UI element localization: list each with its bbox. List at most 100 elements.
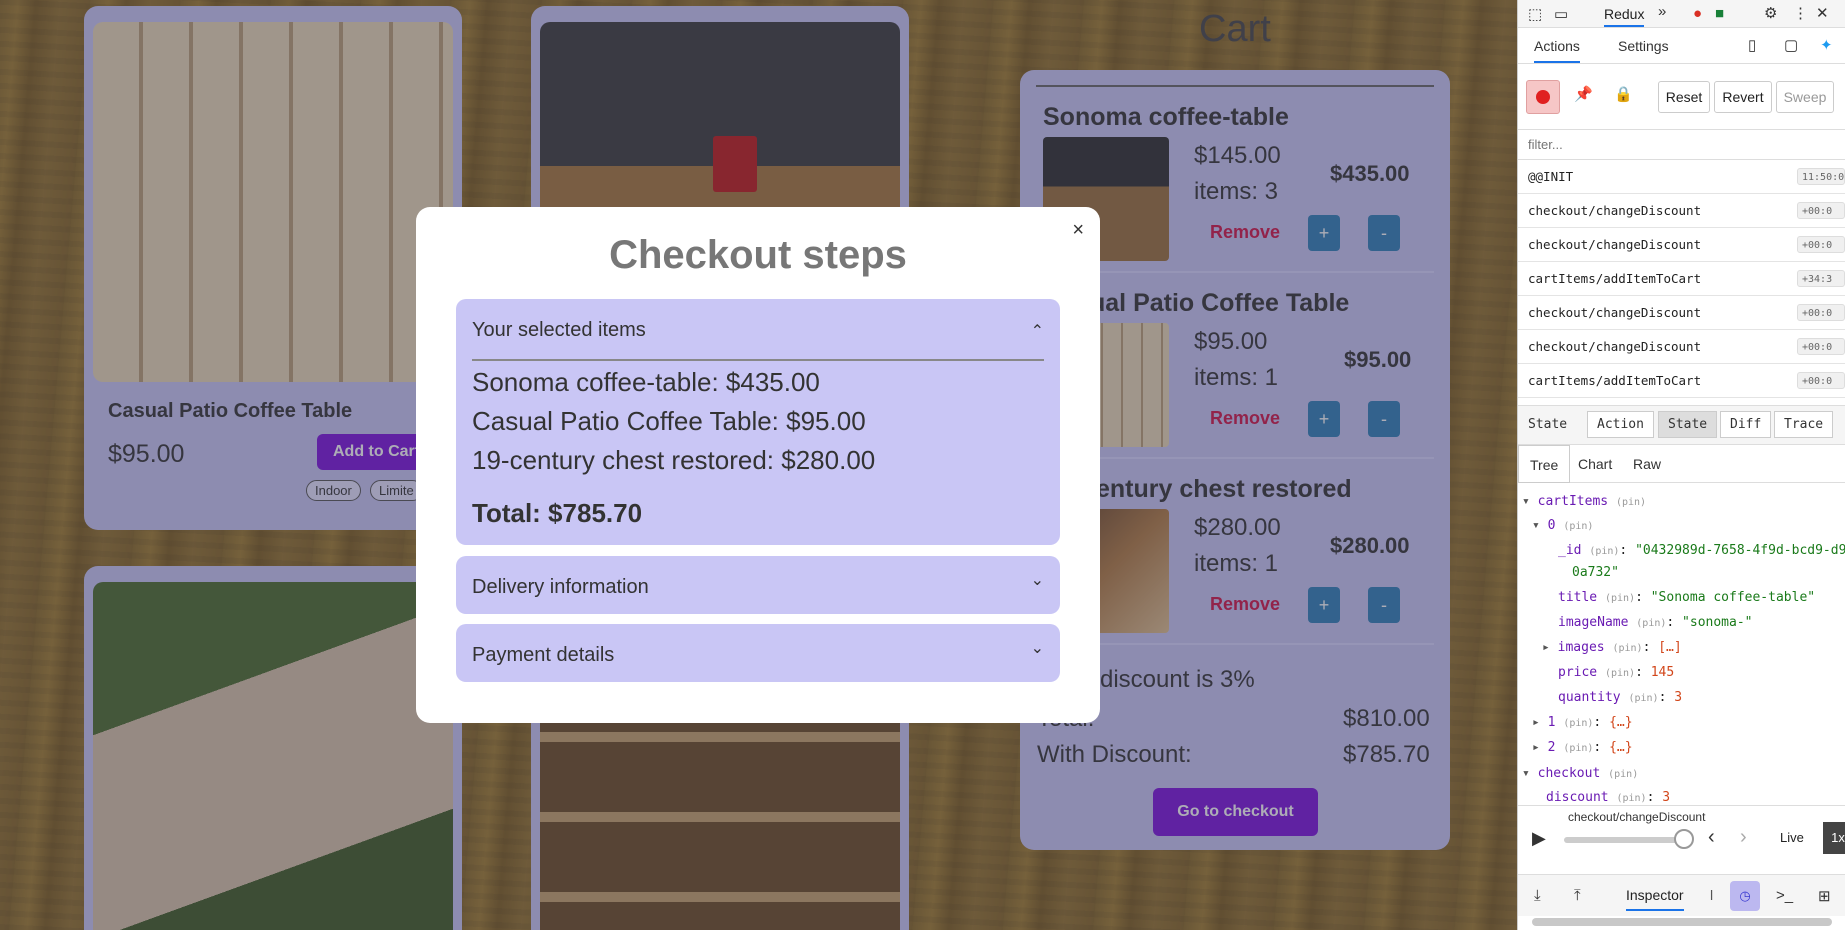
twitter-icon[interactable]: ✦: [1820, 36, 1833, 54]
horizontal-scrollbar[interactable]: [1532, 918, 1832, 926]
message-icon[interactable]: ■: [1715, 5, 1724, 22]
pin-label: (pin): [1604, 593, 1636, 604]
tree-node[interactable]: title (pin): "Sonoma coffee-table": [1558, 590, 1815, 605]
caret-down-icon: ▾: [1522, 494, 1538, 509]
terminal-icon[interactable]: >_: [1776, 887, 1793, 904]
reset-button[interactable]: Reset: [1658, 81, 1710, 113]
chevron-right-icon[interactable]: ›: [1740, 826, 1747, 849]
pin-label: (pin): [1563, 521, 1594, 532]
slider-handle[interactable]: [1674, 829, 1694, 849]
accordion-header-label[interactable]: Your selected items: [472, 319, 646, 342]
timer-icon[interactable]: ◷: [1730, 881, 1760, 911]
caret-down-icon: ▾: [1522, 766, 1538, 781]
tree-node[interactable]: price (pin): 145: [1558, 665, 1674, 680]
chevron-left-icon[interactable]: ‹: [1708, 826, 1715, 849]
action-row[interactable]: checkout/changeDiscount +00:0: [1518, 228, 1845, 262]
selected-item-line: 19-century chest restored: $280.00: [472, 445, 876, 475]
action-row[interactable]: checkout/changeDiscount +00:0: [1518, 194, 1845, 228]
tree-node[interactable]: ▸ images (pin): […]: [1542, 640, 1682, 655]
tree-node[interactable]: _id (pin): "0432989d-7658-4f9d-bcd9-d9: [1558, 543, 1845, 558]
play-icon[interactable]: ▶: [1532, 828, 1546, 849]
action-row[interactable]: checkout/changeDiscount +00:0: [1518, 296, 1845, 330]
tab-tree[interactable]: Tree: [1518, 445, 1571, 483]
action-name: checkout/changeDiscount: [1528, 305, 1702, 320]
tab-chart[interactable]: Chart: [1578, 456, 1612, 472]
sweep-button[interactable]: Sweep: [1776, 81, 1834, 113]
chat-icon[interactable]: ▢: [1784, 36, 1798, 54]
action-row[interactable]: checkout/changeDiscount +00:0: [1518, 330, 1845, 364]
tree-node[interactable]: ▾ checkout (pin): [1522, 766, 1638, 781]
tree-node[interactable]: ▾ 0 (pin): [1532, 518, 1593, 533]
tree-node[interactable]: discount (pin): 3: [1546, 790, 1670, 805]
filter-input[interactable]: [1518, 130, 1845, 160]
tree-key: title: [1558, 590, 1598, 605]
tree-key: 1: [1547, 715, 1556, 730]
state-tree: ▾ cartItems (pin) ▾ 0 (pin) _id (pin): "…: [1518, 490, 1845, 805]
speed-button[interactable]: 1x: [1823, 822, 1845, 854]
gear-icon[interactable]: ⚙: [1764, 4, 1777, 22]
tree-key: 2: [1547, 740, 1556, 755]
tab-state[interactable]: State: [1658, 411, 1718, 438]
more-options-icon[interactable]: ⋮: [1793, 4, 1808, 22]
accordion-header-label[interactable]: Delivery information: [472, 576, 649, 599]
chevron-down-icon[interactable]: ⌄: [1031, 638, 1044, 658]
log-tab[interactable]: l: [1710, 887, 1713, 903]
tree-node[interactable]: ▸ 1 (pin): {…}: [1532, 715, 1633, 730]
tab-action[interactable]: Action: [1587, 411, 1654, 438]
device-toggle-icon[interactable]: ▭: [1554, 5, 1568, 23]
error-icon[interactable]: ●: [1693, 5, 1702, 22]
live-button[interactable]: Live: [1780, 830, 1804, 845]
redux-tab[interactable]: Redux: [1604, 6, 1645, 27]
pin-label: (pin): [1608, 769, 1639, 780]
tree-node-cont: 0a732": [1572, 565, 1619, 580]
tab-diff[interactable]: Diff: [1720, 411, 1772, 438]
pin-icon[interactable]: 📌: [1574, 85, 1593, 103]
tab-actions[interactable]: Actions: [1534, 38, 1580, 63]
tree-key: imageName: [1558, 615, 1629, 630]
export-icon[interactable]: ⤒: [1574, 887, 1581, 904]
tree-node[interactable]: imageName (pin): "sonoma-": [1558, 615, 1753, 630]
close-icon[interactable]: ✕: [1816, 4, 1829, 22]
tree-key: _id: [1558, 543, 1582, 558]
grid-icon[interactable]: ⊞: [1818, 887, 1831, 905]
tab-raw[interactable]: Raw: [1633, 456, 1661, 472]
pin-label: (pin): [1563, 718, 1594, 729]
view-tabs: Tree Chart Raw: [1518, 445, 1845, 483]
tree-value: 0a732": [1572, 565, 1619, 580]
more-tabs-icon[interactable]: »: [1658, 3, 1666, 20]
action-row[interactable]: @@INIT 11:50:0: [1518, 160, 1845, 194]
pin-label: (pin): [1612, 643, 1643, 654]
redux-devtools-panel: ⬚ ▭ Redux » ● ■ ⚙ ⋮ ✕ Actions Settings ▯…: [1517, 0, 1845, 930]
accordion-header-label[interactable]: Payment details: [472, 644, 614, 667]
tab-settings[interactable]: Settings: [1618, 38, 1669, 54]
action-name: @@INIT: [1528, 169, 1574, 184]
import-icon[interactable]: ⤓: [1534, 887, 1541, 904]
inspect-element-icon[interactable]: ⬚: [1528, 5, 1542, 23]
chevron-up-icon[interactable]: ⌃: [1031, 321, 1044, 341]
action-row[interactable]: cartItems/addItemToCart +00:0: [1518, 364, 1845, 398]
action-time: +00:0: [1797, 236, 1845, 253]
accordion-delivery-info[interactable]: Delivery information ⌄: [456, 556, 1060, 614]
chevron-down-icon[interactable]: ⌄: [1031, 570, 1044, 590]
tree-value: {…}: [1609, 740, 1633, 755]
slider-action-label: checkout/changeDiscount: [1568, 810, 1706, 824]
action-row[interactable]: cartItems/addItemToCart +34:3: [1518, 262, 1845, 296]
tree-node[interactable]: ▾ cartItems (pin): [1522, 494, 1646, 509]
accordion-payment-details[interactable]: Payment details ⌄: [456, 624, 1060, 682]
action-name: checkout/changeDiscount: [1528, 237, 1702, 252]
pin-label: (pin): [1604, 668, 1636, 679]
book-icon[interactable]: ▯: [1748, 36, 1756, 54]
tab-trace[interactable]: Trace: [1774, 411, 1834, 438]
pin-label: (pin): [1616, 793, 1647, 804]
selected-item-line: Casual Patio Coffee Table: $95.00: [472, 406, 866, 436]
tree-value: 145: [1650, 665, 1675, 680]
record-button[interactable]: [1526, 80, 1560, 114]
timeline-slider[interactable]: [1564, 837, 1684, 843]
lock-icon[interactable]: 🔒: [1614, 85, 1633, 103]
revert-button[interactable]: Revert: [1714, 81, 1772, 113]
tree-node[interactable]: quantity (pin): 3: [1558, 690, 1682, 705]
inspector-tab[interactable]: Inspector: [1626, 887, 1684, 911]
pin-label: (pin): [1563, 743, 1594, 754]
tree-key: quantity: [1558, 690, 1621, 705]
tree-node[interactable]: ▸ 2 (pin): {…}: [1532, 740, 1633, 755]
